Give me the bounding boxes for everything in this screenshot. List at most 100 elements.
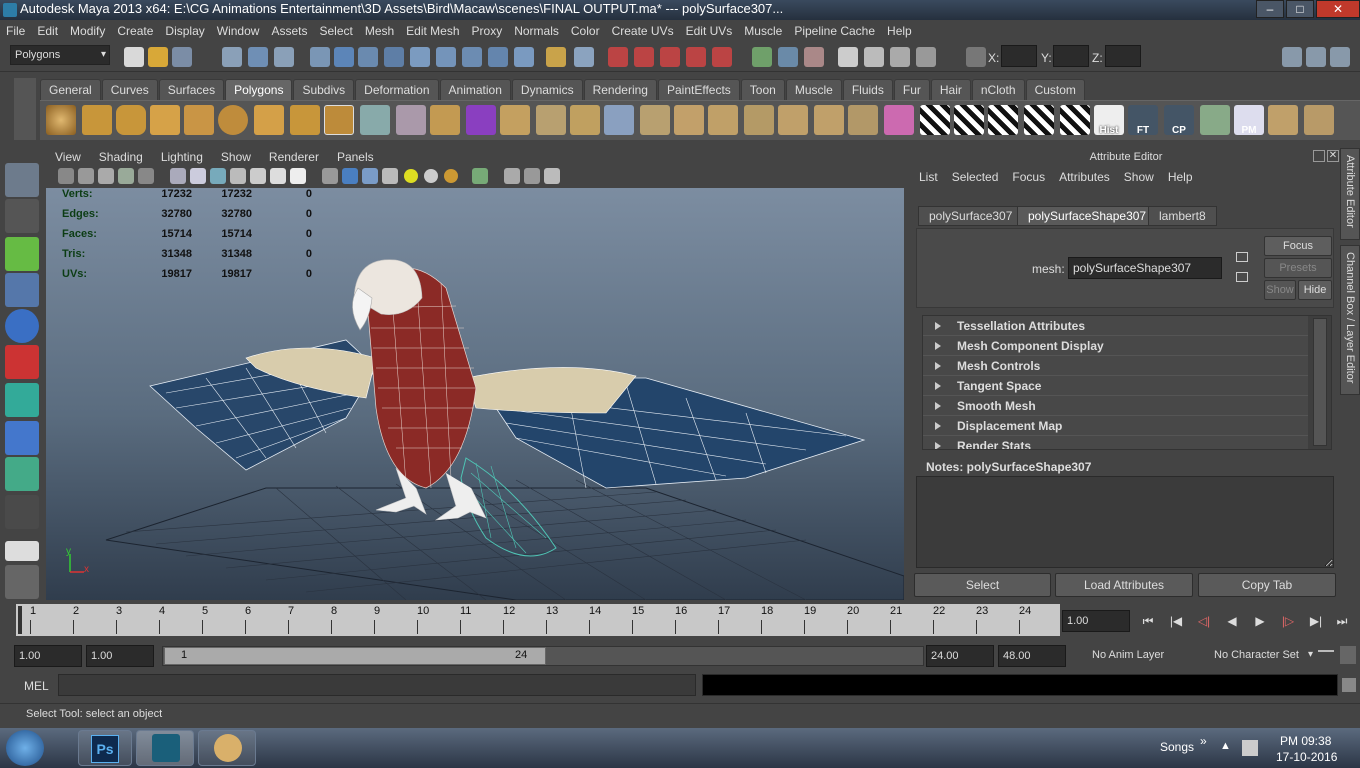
section-tessellation-attributes[interactable]: Tessellation Attributes — [923, 316, 1308, 336]
select-by-surface-icon[interactable] — [384, 47, 404, 67]
viewport-menu-renderer[interactable]: Renderer — [260, 150, 328, 164]
rotate-tool-icon[interactable] — [5, 309, 39, 343]
menu-file[interactable]: File — [0, 24, 31, 38]
anim-layer-dropdown[interactable]: No Anim Layer — [1072, 646, 1208, 666]
shelf-tab-rendering[interactable]: Rendering — [583, 79, 657, 100]
paint-taskbar-button[interactable] — [198, 730, 256, 766]
step-back-frame-button[interactable]: ◁| — [1194, 613, 1214, 629]
menu-edit[interactable]: Edit — [31, 24, 64, 38]
poly-torus-icon[interactable] — [218, 105, 248, 135]
open-scene-icon[interactable] — [148, 47, 168, 67]
shelf-options-icon[interactable] — [14, 78, 36, 140]
scale-tool-icon[interactable] — [5, 345, 39, 379]
ipr-render-icon[interactable] — [890, 47, 910, 67]
shelf-tab-curves[interactable]: Curves — [101, 79, 158, 100]
select-tool-icon[interactable] — [5, 163, 39, 197]
duplicate-face-icon[interactable] — [778, 105, 808, 135]
make-live-icon[interactable] — [712, 47, 732, 67]
wireframe-icon[interactable] — [322, 168, 338, 184]
start-button[interactable] — [6, 730, 44, 766]
ae-menu-help[interactable]: Help — [1161, 170, 1200, 190]
poly-pipe-icon[interactable] — [290, 105, 320, 135]
safe-title-icon[interactable] — [290, 168, 306, 184]
2d-pan-zoom-icon[interactable] — [138, 168, 154, 184]
section-smooth-mesh[interactable]: Smooth Mesh — [923, 396, 1308, 416]
shelf-tab-painteffects[interactable]: PaintEffects — [657, 79, 740, 100]
construction-history-icon[interactable] — [804, 47, 824, 67]
snap-together-icon[interactable] — [1200, 105, 1230, 135]
menu-display[interactable]: Display — [159, 24, 210, 38]
shelf-tab-subdivs[interactable]: Subdivs — [293, 79, 355, 100]
last-tool-icon[interactable] — [5, 495, 39, 529]
render-view-icon[interactable] — [838, 47, 858, 67]
playback-start-field[interactable]: 1.00 — [86, 645, 154, 667]
go-to-end-button[interactable]: ⏭ — [1332, 613, 1352, 629]
songs-toolbar-label[interactable]: Songs — [1160, 740, 1194, 754]
range-slider-handle[interactable]: 1 24 — [164, 647, 546, 665]
play-forwards-button[interactable]: ▶ — [1250, 613, 1270, 629]
new-scene-icon[interactable] — [124, 47, 144, 67]
bookmarks-icon[interactable] — [98, 168, 114, 184]
paint-select-tool-icon[interactable] — [5, 237, 39, 271]
high-quality-icon[interactable] — [444, 169, 458, 183]
show-button[interactable]: Show — [1264, 280, 1296, 300]
xray-components-icon[interactable] — [544, 168, 560, 184]
menu-set-dropdown[interactable]: Polygons — [10, 45, 110, 65]
current-time-marker[interactable] — [18, 606, 22, 634]
append-polygon-icon[interactable] — [570, 105, 600, 135]
sections-scrollbar[interactable] — [1313, 318, 1327, 446]
render-current-frame-icon[interactable] — [864, 47, 884, 67]
animation-preferences-icon[interactable] — [1340, 646, 1356, 664]
select-by-misc-icon[interactable] — [488, 47, 508, 67]
select-object-icon[interactable] — [248, 47, 268, 67]
step-back-key-button[interactable]: |◀ — [1166, 613, 1186, 629]
ae-menu-focus[interactable]: Focus — [1005, 170, 1052, 190]
channel-box-side-tab[interactable]: Channel Box / Layer Editor — [1340, 245, 1360, 395]
shelf-tab-hair[interactable]: Hair — [930, 79, 971, 100]
use-all-lights-icon[interactable] — [404, 169, 418, 183]
hide-button[interactable]: Hide — [1298, 280, 1332, 300]
menu-pipeline-cache[interactable]: Pipeline Cache — [788, 24, 881, 38]
sculpt-geometry-icon[interactable] — [884, 105, 914, 135]
move-tool-icon[interactable] — [5, 273, 39, 307]
menu-muscle[interactable]: Muscle — [738, 24, 788, 38]
ae-tab-polysurface307[interactable]: polySurface307 — [918, 206, 1024, 226]
ae-menu-list[interactable]: List — [912, 170, 945, 190]
split-polygon-icon[interactable] — [604, 105, 634, 135]
separate-icon[interactable] — [396, 105, 426, 135]
planar-mapping-icon[interactable] — [920, 105, 950, 135]
start-time-field[interactable]: 1.00 — [14, 645, 82, 667]
ae-menu-attributes[interactable]: Attributes — [1052, 170, 1117, 190]
menu-create-uvs[interactable]: Create UVs — [606, 24, 680, 38]
select-by-handle-icon[interactable] — [310, 47, 330, 67]
poke-face-icon[interactable] — [708, 105, 738, 135]
snap-to-grid-icon[interactable] — [608, 47, 628, 67]
merge-icon[interactable] — [814, 105, 844, 135]
character-set-dropdown[interactable]: No Character Set — [1196, 646, 1316, 666]
select-by-render-icon[interactable] — [462, 47, 482, 67]
close-panel-icon[interactable]: ✕ — [1327, 150, 1339, 162]
collapse-icon[interactable] — [848, 105, 878, 135]
transform-mode-icon[interactable] — [966, 47, 986, 67]
presets-button[interactable]: Presets — [1264, 258, 1332, 278]
render-settings-icon[interactable] — [916, 47, 936, 67]
shelf-tab-ncloth[interactable]: nCloth — [971, 79, 1025, 100]
section-mesh-component-display[interactable]: Mesh Component Display — [923, 336, 1308, 356]
camera-icon[interactable] — [58, 168, 74, 184]
menu-normals[interactable]: Normals — [508, 24, 565, 38]
lock-selection-icon[interactable] — [546, 47, 566, 67]
time-slider[interactable]: 1 2 3 4 5 6 7 8 9 10 11 12 13 14 15 16 17 18 19 20 21 22 23 24 — [16, 604, 1060, 636]
combine-icon[interactable] — [360, 105, 390, 135]
cylindrical-mapping-icon[interactable] — [954, 105, 984, 135]
current-frame-field[interactable]: 1.00 — [1062, 610, 1130, 632]
tool-settings-toggle-icon[interactable] — [1306, 47, 1326, 67]
outliner-layout-icon[interactable] — [5, 565, 39, 599]
section-tangent-space[interactable]: Tangent Space — [923, 376, 1308, 396]
ae-tab-lambert8[interactable]: lambert8 — [1148, 206, 1217, 226]
shelf-tab-custom[interactable]: Custom — [1025, 79, 1085, 100]
step-forward-key-button[interactable]: ▶| — [1306, 613, 1326, 629]
shelf-tab-surfaces[interactable]: Surfaces — [158, 79, 225, 100]
hist-icon[interactable]: Hist — [1094, 105, 1124, 136]
select-by-curve-icon[interactable] — [358, 47, 378, 67]
viewport-menu-lighting[interactable]: Lighting — [152, 150, 212, 164]
